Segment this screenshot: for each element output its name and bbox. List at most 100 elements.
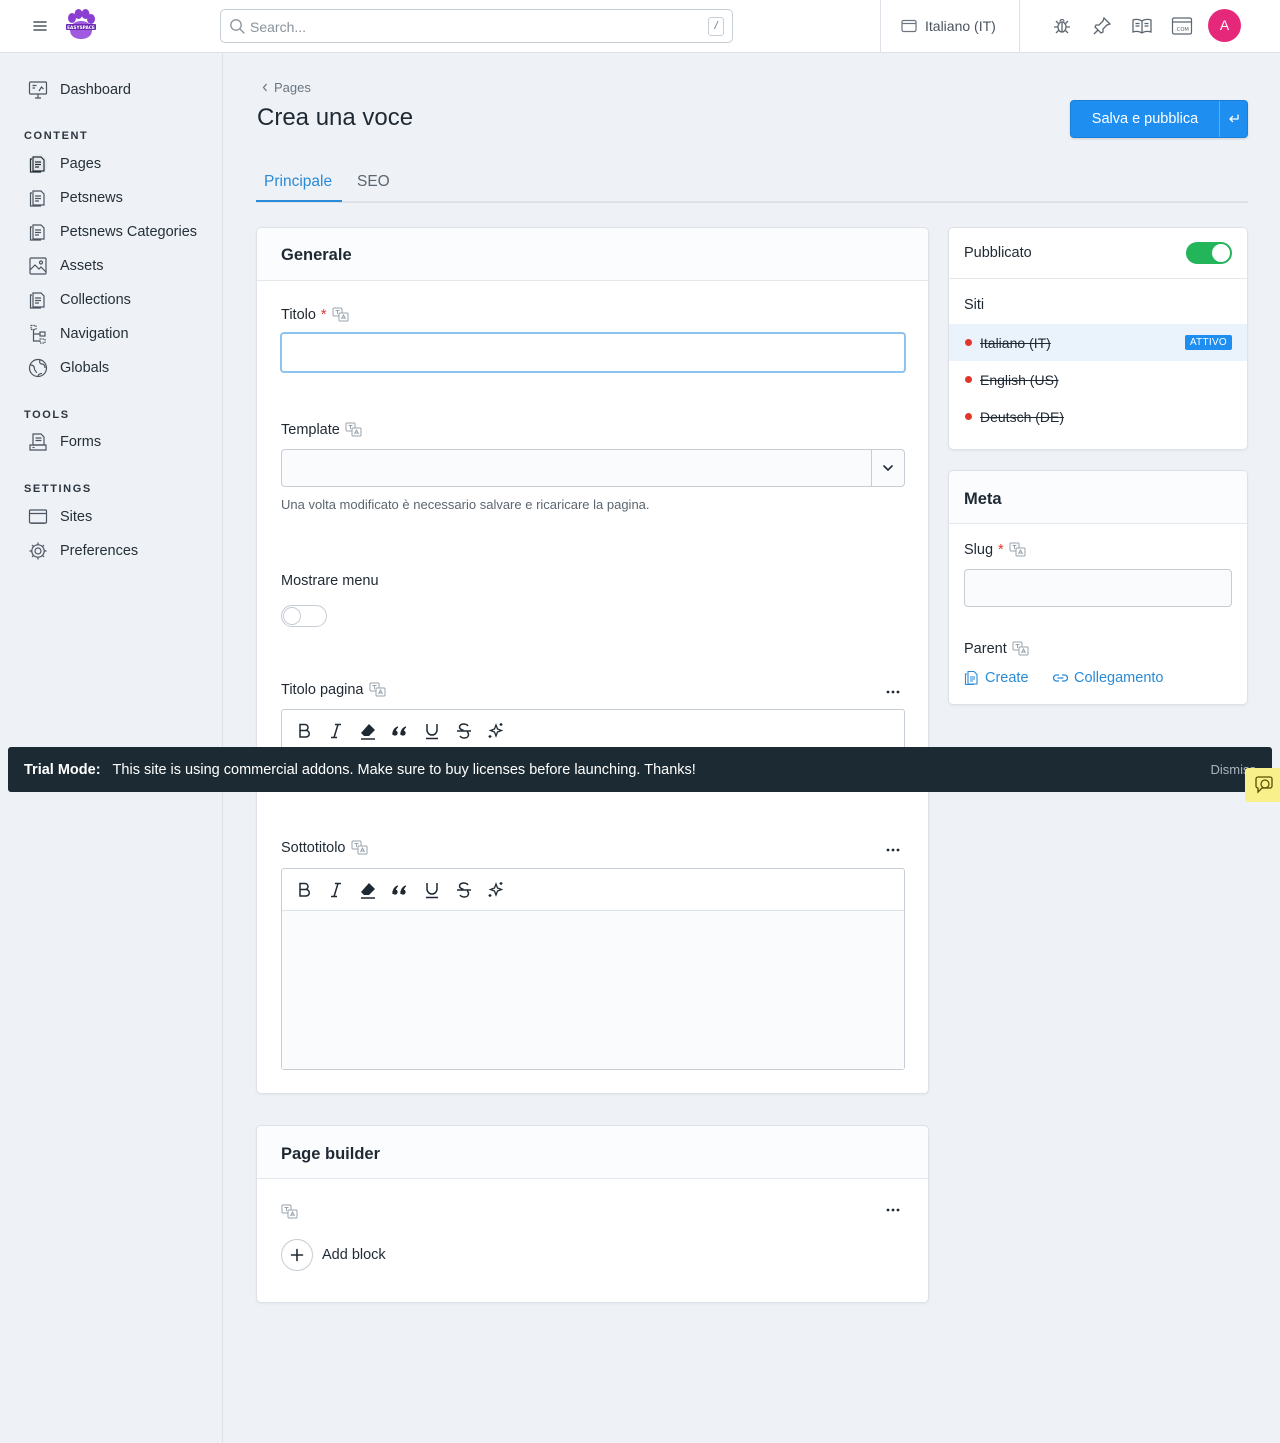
sidebar-item-petsnews-categories[interactable]: Petsnews Categories: [28, 221, 197, 243]
site-row-english[interactable]: English (US): [949, 361, 1247, 398]
status-dot: [965, 413, 972, 420]
editor-content-area[interactable]: [282, 910, 904, 1069]
page-title: Crea una voce: [257, 104, 414, 131]
site-logo[interactable]: EASYSPACE: [63, 8, 99, 44]
divider: [871, 450, 872, 486]
sidebar-section-tools: TOOLS: [24, 409, 70, 421]
bold-icon[interactable]: [294, 880, 314, 900]
new-entry-icon: [964, 670, 978, 686]
quote-icon[interactable]: [390, 880, 410, 900]
translate-icon: [281, 1204, 298, 1219]
sidebar-item-collections[interactable]: Collections: [28, 289, 131, 311]
sidebar-item-pages[interactable]: Pages: [28, 153, 101, 175]
sidebar-item-navigation[interactable]: Navigation: [28, 323, 129, 345]
sidebar-item-preferences[interactable]: Preferences: [28, 540, 138, 562]
published-toggle[interactable]: [1186, 242, 1232, 264]
breadcrumb[interactable]: Pages: [262, 80, 311, 95]
sidebar-item-dashboard[interactable]: Dashboard: [28, 79, 131, 101]
generale-card: Generale Titolo * Template Una volta mod…: [256, 227, 929, 1094]
sidebar-item-label: Collections: [60, 292, 131, 308]
field-label: Sottotitolo: [281, 840, 346, 856]
link-parent-button[interactable]: Collegamento: [1052, 670, 1163, 686]
sidebar-item-petsnews[interactable]: Petsnews: [28, 187, 123, 209]
card-header: Generale: [257, 228, 928, 281]
site-row-italiano[interactable]: Italiano (IT) ATTIVO: [949, 324, 1247, 361]
slug-input[interactable]: [964, 569, 1232, 607]
search-box[interactable]: Search... /: [220, 9, 733, 43]
return-arrow-icon: [1228, 114, 1239, 123]
underline-icon[interactable]: [422, 721, 442, 741]
sottotitolo-editor[interactable]: [281, 868, 905, 1070]
menu-toggle-icon[interactable]: [28, 14, 52, 38]
italic-icon[interactable]: [326, 880, 346, 900]
chevron-left-icon: [262, 83, 267, 92]
sidebar-section-settings: SETTINGS: [24, 483, 92, 495]
site-name: English (US): [980, 371, 1059, 388]
add-block-button[interactable]: Add block: [281, 1239, 386, 1271]
strikethrough-icon[interactable]: [454, 880, 474, 900]
tab-seo[interactable]: SEO: [357, 173, 390, 191]
user-avatar[interactable]: A: [1208, 9, 1241, 42]
field-options-icon[interactable]: [885, 1207, 901, 1213]
create-parent-button[interactable]: Create: [964, 670, 1029, 686]
quote-icon[interactable]: [390, 721, 410, 741]
save-options-button[interactable]: [1220, 101, 1247, 137]
template-help-text: Una volta modificato è necessario salvar…: [281, 497, 650, 512]
italic-icon[interactable]: [326, 721, 346, 741]
plus-icon: [281, 1239, 313, 1271]
strikethrough-icon[interactable]: [454, 721, 474, 741]
sidebar-item-sites[interactable]: Sites: [28, 506, 92, 528]
view-site-icon[interactable]: .COM: [1171, 15, 1193, 37]
docs-book-icon[interactable]: [1131, 15, 1153, 37]
browser-icon: [901, 19, 917, 33]
sidebar-item-label: Globals: [60, 360, 110, 376]
meta-card: Meta Slug * Parent Create Collegamento: [948, 470, 1248, 705]
translate-icon: [345, 422, 362, 437]
feedback-widget[interactable]: [1245, 768, 1280, 802]
chevron-down-icon[interactable]: [882, 463, 894, 473]
search-input[interactable]: Search...: [250, 19, 306, 35]
parent-label: Parent: [964, 641, 1030, 657]
site-name: Deutsch (DE): [980, 408, 1065, 425]
globe-icon: [28, 358, 48, 378]
sidebar-item-forms[interactable]: Forms: [28, 431, 101, 453]
top-bar: EASYSPACE Search... / Italiano (IT) .COM…: [0, 0, 1280, 53]
required-mark: *: [320, 307, 327, 323]
underline-icon[interactable]: [422, 880, 442, 900]
translate-icon: [351, 840, 367, 855]
field-options-icon[interactable]: [885, 847, 901, 853]
field-options-icon[interactable]: [885, 689, 901, 695]
eraser-icon[interactable]: [358, 880, 378, 900]
bold-icon[interactable]: [294, 721, 314, 741]
active-tab-indicator: [256, 200, 342, 202]
site-selector[interactable]: Italiano (IT): [881, 0, 1019, 52]
published-label: Pubblicato: [964, 245, 1032, 261]
add-block-label: Add block: [322, 1247, 386, 1263]
sidebar-item-label: Petsnews Categories: [60, 224, 198, 240]
sparkles-icon[interactable]: [486, 880, 506, 900]
link-icon: [1052, 674, 1069, 682]
sidebar-item-label: Dashboard: [60, 82, 131, 98]
eraser-icon[interactable]: [358, 721, 378, 741]
mostrare-menu-toggle[interactable]: [281, 605, 327, 627]
tab-principale[interactable]: Principale: [264, 173, 332, 191]
sidebar-item-assets[interactable]: Assets: [28, 255, 104, 277]
sidebar-item-label: Pages: [60, 156, 102, 172]
sidebar-item-label: Preferences: [60, 543, 139, 559]
required-mark: *: [998, 542, 1004, 558]
site-row-deutsch[interactable]: Deutsch (DE): [949, 398, 1247, 435]
card-title: Page builder: [281, 1145, 381, 1163]
trial-mode-message: This site is using commercial addons. Ma…: [112, 761, 696, 778]
sitemap-icon: [30, 324, 46, 344]
bug-icon[interactable]: [1051, 15, 1073, 37]
sidebar-section-content: CONTENT: [24, 130, 89, 142]
breadcrumb-link[interactable]: Pages: [274, 80, 311, 95]
save-publish-button[interactable]: Salva e pubblica: [1070, 100, 1248, 138]
save-publish-label[interactable]: Salva e pubblica: [1071, 101, 1219, 137]
pin-icon[interactable]: [1091, 15, 1113, 37]
titolo-input[interactable]: [280, 332, 906, 373]
sparkles-icon[interactable]: [486, 721, 506, 741]
card-header: Pubblicato: [949, 228, 1247, 279]
sidebar-item-globals[interactable]: Globals: [28, 357, 109, 379]
template-select[interactable]: [281, 449, 905, 487]
